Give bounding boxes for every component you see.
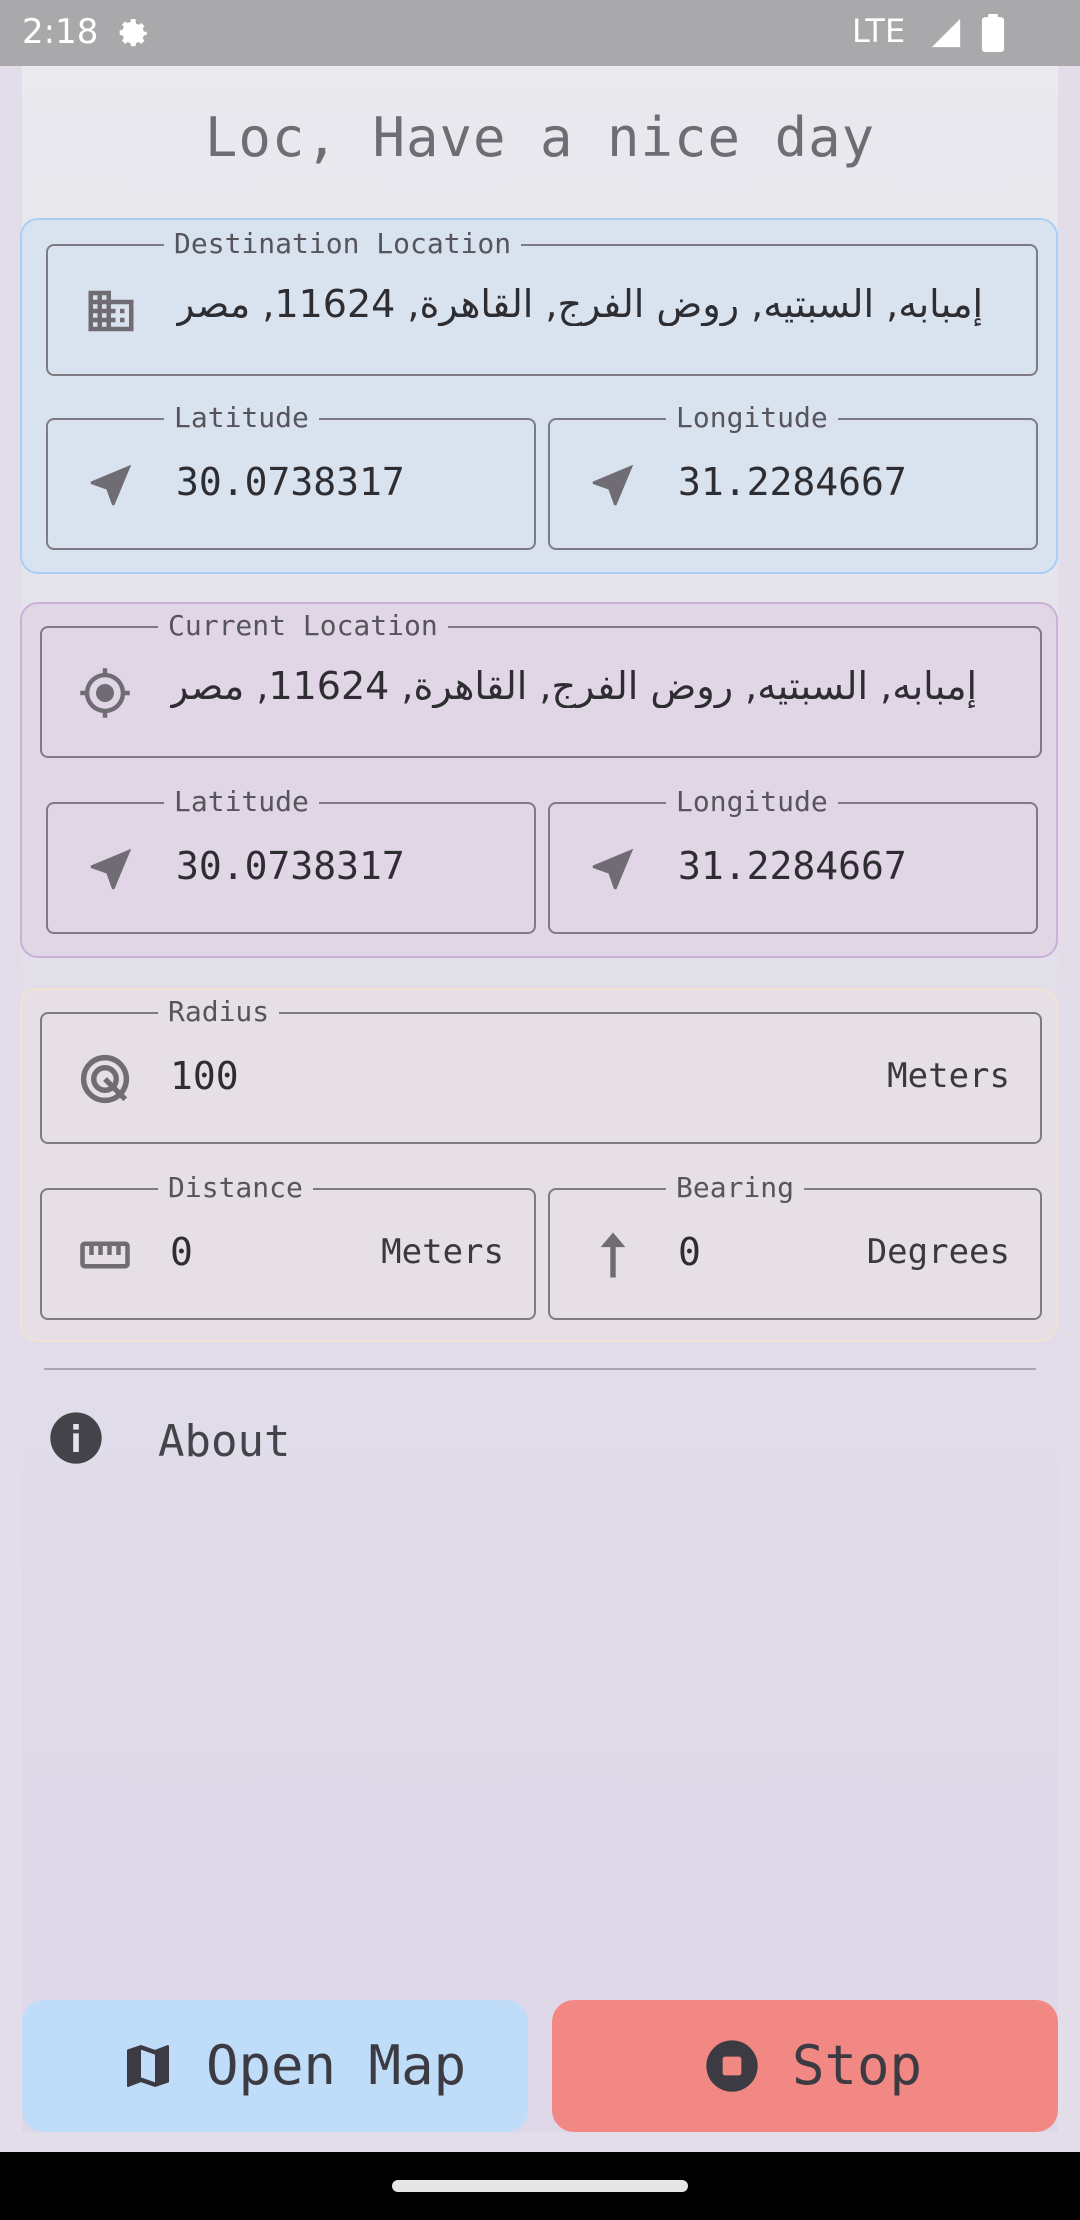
home-gesture-handle[interactable] (392, 2180, 688, 2192)
stop-button[interactable]: Stop (552, 2000, 1058, 2132)
ruler-icon (80, 1241, 130, 1269)
map-icon (127, 2045, 169, 2087)
gps-crosshair-icon (80, 668, 130, 718)
current-latitude-field[interactable]: Latitude 30.0738317 (46, 786, 536, 934)
arrow-up-icon (600, 1232, 626, 1278)
page-title: Loc, Have a nice day (204, 106, 876, 169)
navigation-arrow-icon (90, 848, 132, 890)
radius-label: Radius (158, 996, 280, 1028)
signal-icon (931, 18, 961, 48)
app-screen: Loc, Have a nice day Destination Locatio… (20, 66, 1058, 2132)
current-location-label: Current Location (158, 610, 448, 642)
destination-latitude-field[interactable]: Latitude 30.0738317 (46, 402, 536, 550)
building-icon (88, 290, 134, 332)
network-type: LTE (852, 12, 906, 50)
latitude-label: Latitude (164, 402, 319, 434)
about-item[interactable]: About (48, 1404, 348, 1474)
current-address-value: إمبابه, السبتيه, روض الفرج, القاهرة, 116… (170, 664, 978, 708)
bearing-field[interactable]: Bearing 0 Degrees (548, 1172, 1042, 1320)
stop-circle-icon (706, 2040, 758, 2092)
destination-label: Destination Location (164, 228, 522, 260)
radius-value: 100 (170, 1054, 239, 1098)
bearing-unit: Degrees (866, 1232, 1010, 1272)
latitude-label: Latitude (164, 786, 319, 818)
bearing-value: 0 (678, 1230, 701, 1274)
navigation-arrow-icon (592, 848, 634, 890)
battery-icon (981, 14, 1005, 52)
destination-card: Destination Location إمبابه, السبتيه, رو… (20, 218, 1058, 574)
bearing-label: Bearing (666, 1172, 805, 1204)
settings-gear-icon (119, 19, 147, 47)
distance-value: 0 (170, 1230, 193, 1274)
info-icon (50, 1412, 102, 1464)
distance-label: Distance (158, 1172, 313, 1204)
distance-field[interactable]: Distance 0 Meters (40, 1172, 536, 1320)
status-time: 2:18 (22, 12, 99, 52)
open-map-label: Open Map (206, 2034, 467, 2097)
current-longitude-field[interactable]: Longitude 31.2284667 (548, 786, 1038, 934)
divider (44, 1368, 1036, 1370)
destination-address-field[interactable]: Destination Location إمبابه, السبتيه, رو… (46, 228, 1038, 376)
radius-unit: Meters (887, 1056, 1010, 1096)
current-longitude-value: 31.2284667 (678, 844, 907, 888)
current-address-field[interactable]: Current Location إمبابه, السبتيه, روض ال… (40, 610, 1042, 758)
stop-label: Stop (792, 2034, 923, 2097)
destination-longitude-field[interactable]: Longitude 31.2284667 (548, 402, 1038, 550)
navigation-arrow-icon (90, 464, 132, 506)
destination-longitude-value: 31.2284667 (678, 460, 907, 504)
navigation-arrow-icon (592, 464, 634, 506)
open-map-button[interactable]: Open Map (22, 2000, 528, 2132)
about-label: About (158, 1416, 291, 1467)
distance-unit: Meters (381, 1232, 504, 1272)
status-bar: 2:18 LTE (0, 0, 1080, 66)
radius-card: Radius 100 Meters Distance 0 Meters Bear… (20, 988, 1058, 1342)
radius-target-icon (80, 1054, 130, 1104)
navigation-bar (0, 2152, 1080, 2220)
longitude-label: Longitude (666, 402, 838, 434)
current-location-card: Current Location إمبابه, السبتيه, روض ال… (20, 602, 1058, 958)
longitude-label: Longitude (666, 786, 838, 818)
current-latitude-value: 30.0738317 (176, 844, 405, 888)
radius-field[interactable]: Radius 100 Meters (40, 996, 1042, 1144)
destination-latitude-value: 30.0738317 (176, 460, 405, 504)
destination-address-value: إمبابه, السبتيه, روض الفرج, القاهرة, 116… (176, 282, 984, 326)
